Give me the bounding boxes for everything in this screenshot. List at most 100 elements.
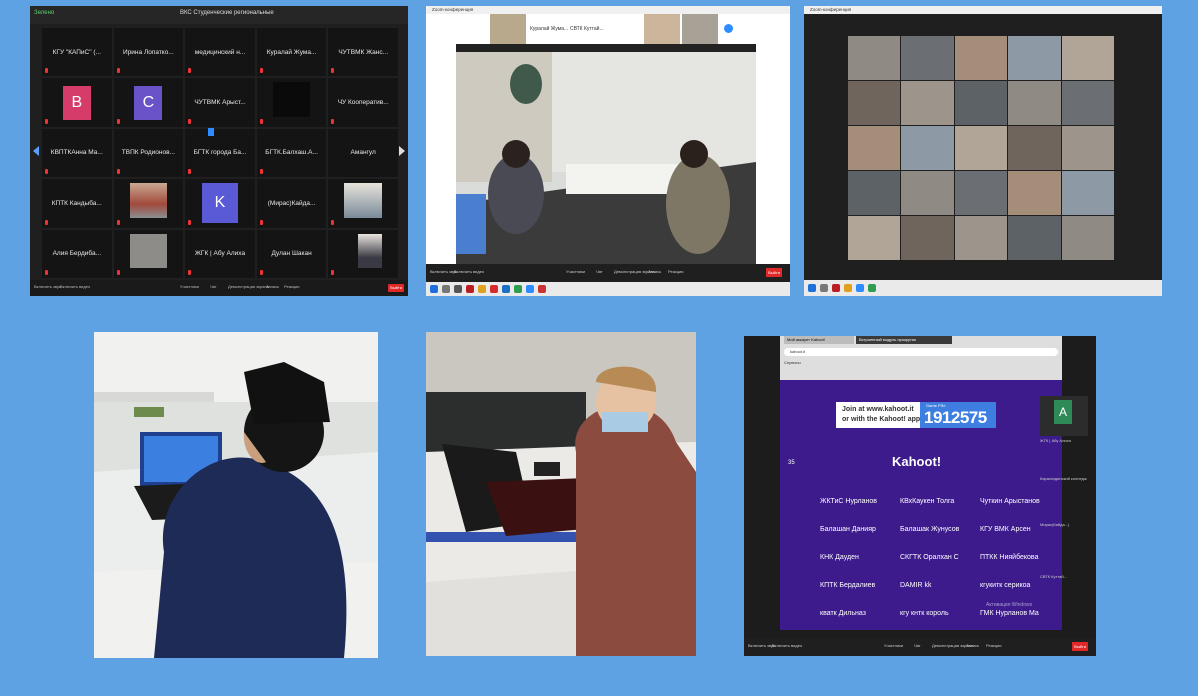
participant-tile[interactable]: Дулан Шакан [256,229,327,278]
app-icon[interactable] [502,285,510,293]
participant-tile[interactable]: Куралай Жума... [256,28,327,77]
participant-video[interactable] [848,126,901,170]
participants-button[interactable]: Участники [180,284,199,289]
unmute-button[interactable]: Включить звук [748,643,775,648]
start-icon[interactable] [808,284,816,292]
participant-tile[interactable] [328,179,398,228]
app-icon[interactable] [844,284,852,292]
start-icon[interactable] [430,285,438,293]
participant-video[interactable] [1008,171,1061,215]
chat-button[interactable]: Чат [914,643,921,648]
participant-video[interactable] [901,126,954,170]
participant-tile[interactable]: Ирина Лопатко... [113,28,184,77]
app-icon[interactable] [490,285,498,293]
unmute-button[interactable]: Включить звук [34,284,61,289]
participant-tile[interactable]: C [113,78,184,127]
zoom-app-icon[interactable] [526,285,534,293]
participant-thumbnail[interactable] [682,14,718,44]
participant-video[interactable] [954,171,1008,215]
participant-tile[interactable]: КГУ "КАПиС" (... [42,28,112,77]
participant-video[interactable] [954,81,1008,125]
participant-tile[interactable] [113,179,184,228]
participant-video[interactable] [848,36,901,80]
search-icon[interactable] [442,285,450,293]
participant-tile[interactable]: B [42,78,112,127]
record-button[interactable]: Запись [966,643,979,648]
start-video-button[interactable]: Включить видео [60,284,90,289]
unmute-button[interactable]: Включить звук [430,269,457,274]
leave-button[interactable]: Выйти [766,268,782,277]
participant-video[interactable] [954,216,1008,260]
participant-video[interactable] [1061,36,1114,80]
participant-video[interactable] [848,81,901,125]
app-icon[interactable] [868,284,876,292]
participant-tile[interactable] [328,229,398,278]
participant-video[interactable] [1008,216,1061,260]
app-icon[interactable] [832,284,840,292]
participant-thumbnail[interactable] [490,14,526,44]
participant-tile[interactable]: Амангул [328,128,398,178]
meeting-controls: Включить звук Включить видео Участники Ч… [426,264,790,282]
window-titlebar: Зелено ВКС Студенческие региональные [30,6,408,24]
search-icon[interactable] [820,284,828,292]
participant-video[interactable] [1061,81,1114,125]
chat-button[interactable]: Чат [210,284,217,289]
share-screen-button[interactable]: Демонстрация экрана [228,284,269,289]
participants-button[interactable]: Участники [566,269,585,274]
reactions-button[interactable]: Реакции [668,269,683,274]
participant-tile[interactable] [113,229,184,278]
participant-tile[interactable] [256,78,327,127]
participant-video[interactable] [901,171,954,215]
start-video-button[interactable]: Включить видео [772,643,802,648]
participant-video[interactable] [1061,126,1114,170]
participant-video[interactable] [848,171,901,215]
participant-tile[interactable]: медицинский н... [185,28,255,77]
participant-tile[interactable]: Алия Бердиба... [42,229,112,278]
participant-video[interactable] [1008,36,1061,80]
participant-video[interactable] [1061,216,1114,260]
address-bar[interactable]: kahoot.it [784,348,1058,356]
participant-video[interactable] [1008,81,1061,125]
participant-video[interactable] [901,36,954,80]
record-button[interactable]: Запись [266,284,279,289]
bookmark-item[interactable]: Сервисы [784,360,801,365]
participant-tile[interactable]: БГТК города Ба... [185,128,255,178]
participant-tile[interactable]: ЧУТВМК Арыст... [185,78,255,127]
leave-button[interactable]: Выйти [1072,642,1088,651]
participant-tile[interactable]: КВПТКАнна Ма... [42,128,112,178]
participant-tile[interactable]: БГТК.Балхаш.А... [256,128,327,178]
participant-video[interactable] [1061,171,1114,215]
record-button[interactable]: Запись [648,269,661,274]
app-icon[interactable] [538,285,546,293]
participant-tile[interactable]: A [1040,396,1088,436]
participant-video[interactable] [954,126,1008,170]
browser-tab[interactable]: Встроенный модуль прокрутки [856,336,952,344]
participant-thumbnail[interactable] [644,14,680,44]
participant-tile[interactable]: ЧУ Кооператив... [328,78,398,127]
start-video-button[interactable]: Включить видео [454,269,484,274]
app-icon[interactable] [478,285,486,293]
participant-video[interactable] [1008,126,1061,170]
participant-tile[interactable]: ТВПК Родионов... [113,128,184,178]
prev-page-icon[interactable] [33,146,39,156]
participant-tile[interactable]: КПТК Кандыба... [42,179,112,228]
participant-tile[interactable]: K [185,179,255,228]
chat-button[interactable]: Чат [596,269,603,274]
participant-tile[interactable]: ЖГК | Абу Алиха [185,229,255,278]
next-page-icon[interactable] [399,146,405,156]
participant-video[interactable] [848,216,901,260]
app-icon[interactable] [514,285,522,293]
zoom-app-icon[interactable] [856,284,864,292]
participant-video[interactable] [954,36,1008,80]
leave-button[interactable]: Выйти [388,284,404,292]
task-view-icon[interactable] [454,285,462,293]
participant-video[interactable] [901,216,954,260]
participant-tile[interactable]: ЧУТВМК Жанс... [328,28,398,77]
reactions-button[interactable]: Реакции [284,284,299,289]
participants-button[interactable]: Участники [884,643,903,648]
app-icon[interactable] [466,285,474,293]
participant-video[interactable] [901,81,954,125]
participant-tile[interactable]: (Мирас)Кайда... [256,179,327,228]
browser-tab[interactable]: Мой аккаунт Kahoot! [784,336,854,344]
reactions-button[interactable]: Реакции [986,643,1001,648]
